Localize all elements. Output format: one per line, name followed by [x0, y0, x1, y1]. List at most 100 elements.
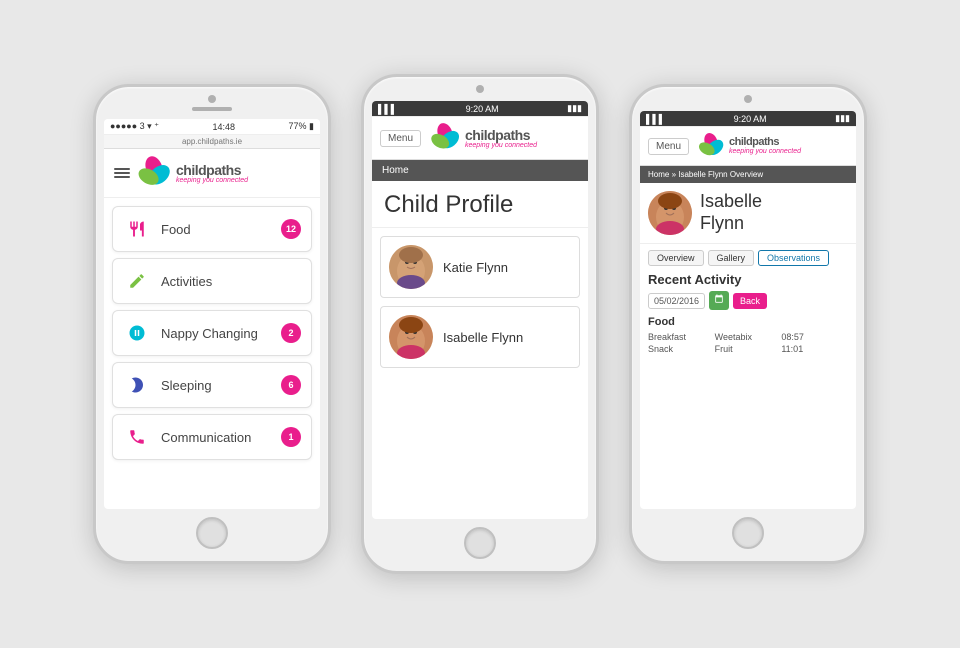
logo-name-1: childpaths: [176, 163, 248, 177]
meal-item-0: Weetabix: [715, 332, 782, 342]
back-button[interactable]: Back: [733, 293, 767, 309]
tab-observations[interactable]: Observations: [758, 250, 829, 266]
date-row: 05/02/2016 Back: [648, 291, 848, 310]
katie-face: [389, 245, 433, 289]
p2-signal: ▌▌▌: [378, 104, 397, 114]
status-time: 14:48: [212, 122, 235, 132]
communication-icon: [123, 423, 151, 451]
menu-label-nappy: Nappy Changing: [161, 326, 281, 341]
camera-dot-3: [744, 95, 752, 103]
meal-time-0: 08:57: [781, 332, 848, 342]
avatar-isabelle-p3: [648, 191, 692, 235]
url-bar: app.childpaths.ie: [104, 135, 320, 149]
avatar-isabelle-p2: [389, 315, 433, 359]
phone-2-header: Menu childpaths keeping you connected: [372, 117, 588, 160]
child-name-isabelle: Isabelle Flynn: [443, 330, 523, 345]
nappy-icon: [123, 319, 151, 347]
logo-2: childpaths keeping you connected: [429, 122, 537, 154]
camera-dot-2: [476, 85, 484, 93]
phone-3-screen: ▌▌▌ 9:20 AM ▮▮▮ Menu childpaths keeping …: [640, 111, 856, 509]
logo-text-3: childpaths keeping you connected: [729, 137, 801, 155]
scene: ●●●●● 3 ▾ ⁺ 14:48 77% ▮ app.childpaths.i…: [0, 0, 960, 648]
food-icon: [123, 215, 151, 243]
menu-button-2[interactable]: Menu: [380, 130, 421, 147]
logo-leaves-3: [697, 132, 725, 160]
phone-2: ▌▌▌ 9:20 AM ▮▮▮ Menu childpaths keeping …: [361, 74, 599, 574]
menu-label-communication: Communication: [161, 430, 281, 445]
p3-time: 9:20 AM: [734, 114, 767, 124]
logo-1: childpaths keeping you connected: [136, 155, 248, 191]
date-display[interactable]: 05/02/2016: [648, 293, 705, 309]
phone-2-top: [364, 77, 596, 101]
tab-overview[interactable]: Overview: [648, 250, 704, 266]
phone-3: ▌▌▌ 9:20 AM ▮▮▮ Menu childpaths keeping …: [629, 84, 867, 564]
phone-1-top: [96, 87, 328, 119]
p2-battery: ▮▮▮: [567, 103, 582, 114]
logo-tagline-2: keeping you connected: [465, 142, 537, 149]
avatar-katie: [389, 245, 433, 289]
menu-item-nappy[interactable]: Nappy Changing 2: [112, 310, 312, 356]
child-card-isabelle[interactable]: Isabelle Flynn: [380, 306, 580, 368]
isabelle-face-p3: [648, 191, 692, 235]
child-name-katie: Katie Flynn: [443, 260, 508, 275]
isabelle-face-p2: [389, 315, 433, 359]
profile-section: IsabelleFlynn: [640, 183, 856, 244]
phone-3-bottom: [732, 509, 764, 561]
child-profile-title: Child Profile: [372, 181, 588, 228]
recent-activity: Recent Activity 05/02/2016 Back Food Bre…: [640, 266, 856, 361]
breadcrumb-bar: Home » Isabelle Flynn Overview: [640, 166, 856, 183]
phone-1-status-bar: ●●●●● 3 ▾ ⁺ 14:48 77% ▮: [104, 119, 320, 135]
home-button-3[interactable]: [732, 517, 764, 549]
food-row-1: Snack Fruit 11:01: [648, 343, 848, 355]
recent-activity-title: Recent Activity: [648, 272, 848, 287]
tabs-row: Overview Gallery Observations: [640, 244, 856, 266]
phone-2-bottom: [464, 519, 496, 571]
home-button-2[interactable]: [464, 527, 496, 559]
app-header-1: childpaths keeping you connected: [104, 149, 320, 198]
phone-2-nav: Home: [372, 160, 588, 181]
menu-item-sleeping[interactable]: Sleeping 6: [112, 362, 312, 408]
p2-time: 9:20 AM: [466, 104, 499, 114]
phone-2-status-bar: ▌▌▌ 9:20 AM ▮▮▮: [372, 101, 588, 117]
menu-label-activities: Activities: [161, 274, 301, 289]
logo-tagline-3: keeping you connected: [729, 148, 801, 155]
hamburger-icon[interactable]: [114, 168, 130, 178]
menu-label-food: Food: [161, 222, 281, 237]
home-button-1[interactable]: [196, 517, 228, 549]
phone-3-top: [632, 87, 864, 111]
phone-1-bottom: [196, 509, 228, 561]
badge-nappy: 2: [281, 323, 301, 343]
meal-name-1: Snack: [648, 344, 715, 354]
status-signal: ●●●●● 3 ▾ ⁺: [110, 121, 159, 132]
child-cards-list: Katie Flynn: [372, 228, 588, 519]
logo-name-3: childpaths: [729, 137, 801, 148]
p3-battery: ▮▮▮: [835, 113, 850, 124]
meal-time-1: 11:01: [781, 344, 848, 354]
tab-gallery[interactable]: Gallery: [708, 250, 755, 266]
menu-item-communication[interactable]: Communication 1: [112, 414, 312, 460]
activities-icon: [123, 267, 151, 295]
food-row-0: Breakfast Weetabix 08:57: [648, 331, 848, 343]
logo-text-2: childpaths keeping you connected: [465, 128, 537, 149]
badge-sleeping: 6: [281, 375, 301, 395]
logo-leaves-2: [429, 122, 461, 154]
calendar-button[interactable]: [709, 291, 729, 310]
logo-tagline-1: keeping you connected: [176, 177, 248, 184]
badge-food: 12: [281, 219, 301, 239]
meal-name-0: Breakfast: [648, 332, 715, 342]
menu-button-3[interactable]: Menu: [648, 138, 689, 155]
meal-item-1: Fruit: [715, 344, 782, 354]
menu-item-activities[interactable]: Activities: [112, 258, 312, 304]
child-card-katie[interactable]: Katie Flynn: [380, 236, 580, 298]
food-section-title: Food: [648, 316, 848, 328]
phone-3-status-bar: ▌▌▌ 9:20 AM ▮▮▮: [640, 111, 856, 127]
menu-list: Food 12 Activities Nappy Changing 2: [104, 198, 320, 509]
sleeping-icon: [123, 371, 151, 399]
menu-item-food[interactable]: Food 12: [112, 206, 312, 252]
logo-name-2: childpaths: [465, 128, 537, 142]
phone-1-screen: ●●●●● 3 ▾ ⁺ 14:48 77% ▮ app.childpaths.i…: [104, 119, 320, 509]
phone-1: ●●●●● 3 ▾ ⁺ 14:48 77% ▮ app.childpaths.i…: [93, 84, 331, 564]
menu-label-sleeping: Sleeping: [161, 378, 281, 393]
speaker-bar-1: [192, 107, 232, 111]
phone-3-header: Menu childpaths keeping you connected: [640, 127, 856, 166]
